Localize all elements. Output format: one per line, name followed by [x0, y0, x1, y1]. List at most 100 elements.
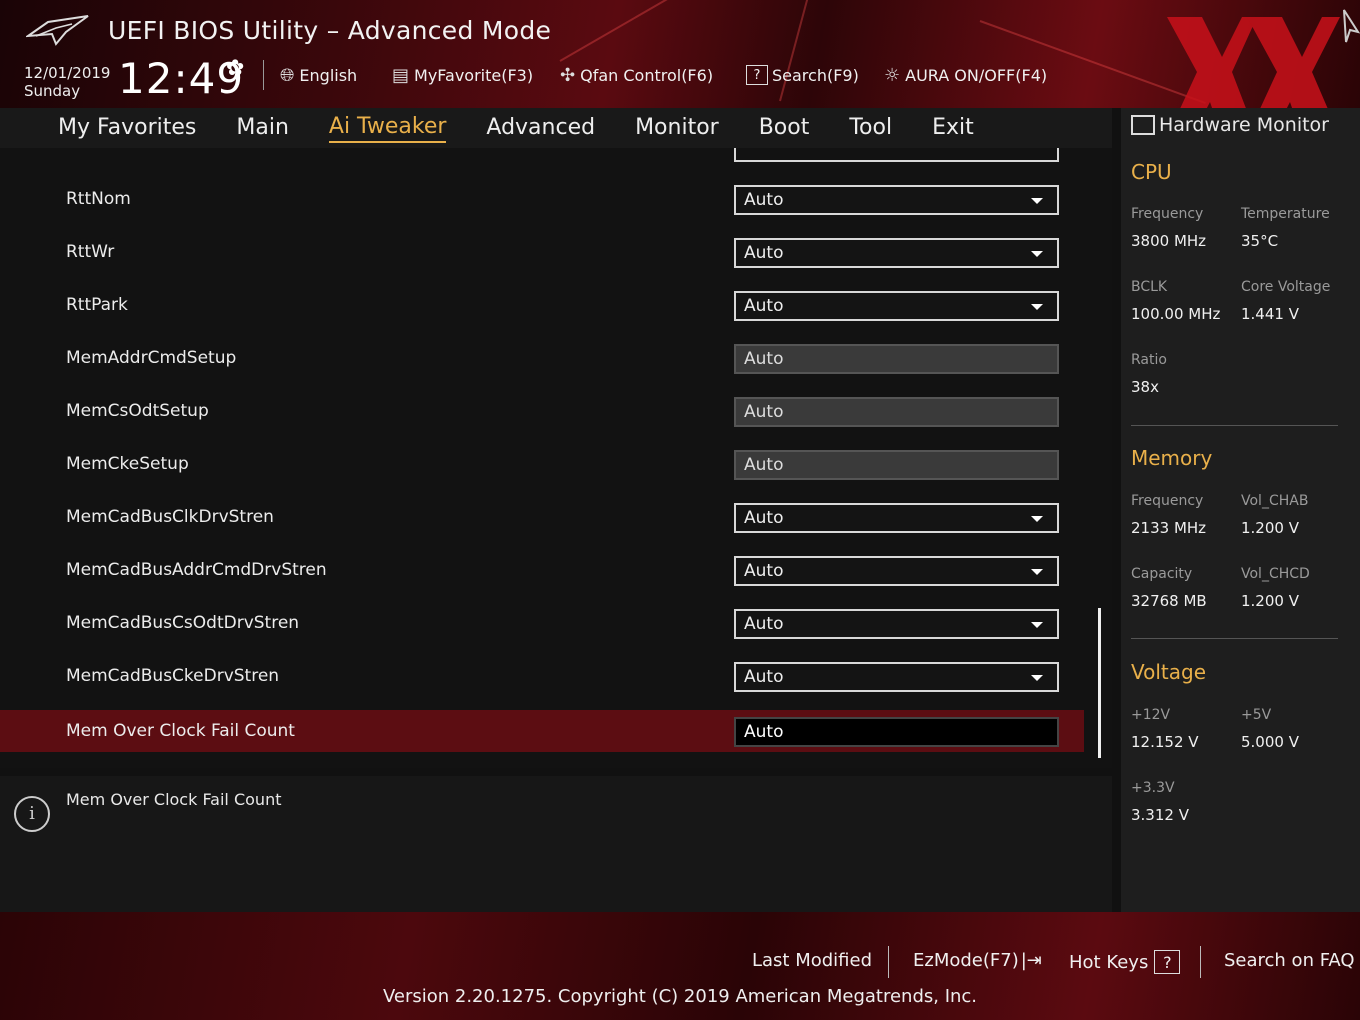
- myfavorite-button[interactable]: ▤ MyFavorite(F3): [392, 62, 533, 88]
- vol-chab-label: Vol_CHAB: [1241, 493, 1309, 509]
- bclk-value: 100.00 MHz: [1131, 305, 1221, 323]
- v33-value: 3.312 V: [1131, 806, 1189, 824]
- voltage-heading: Voltage: [1131, 660, 1207, 684]
- setting-dropdown[interactable]: Auto: [734, 503, 1059, 533]
- tab-advanced[interactable]: Advanced: [486, 115, 595, 142]
- aura-label: AURA ON/OFF(F4): [905, 65, 1048, 85]
- setting-dropdown[interactable]: Auto: [734, 556, 1059, 586]
- ezmode-label: EzMode(F7): [913, 950, 1019, 971]
- tab-main[interactable]: Main: [236, 115, 289, 142]
- myfavorite-label: MyFavorite(F3): [414, 65, 534, 85]
- date-text: 12/01/2019: [24, 64, 111, 82]
- clock-settings-gear-icon[interactable]: ✿: [226, 56, 244, 81]
- tab-exit[interactable]: Exit: [932, 115, 974, 142]
- last-modified-label: Last Modified: [752, 950, 873, 971]
- setting-row[interactable]: MemCkeSetup Auto: [0, 443, 1084, 485]
- scrollbar[interactable]: [1098, 608, 1101, 758]
- setting-input-field[interactable]: Auto: [734, 717, 1059, 747]
- language-label: English: [299, 65, 358, 85]
- dropdown-caret-icon: [1031, 675, 1043, 681]
- dropdown-value: Auto: [744, 508, 784, 528]
- setting-row[interactable]: MemCadBusAddrCmdDrvStren Auto: [0, 549, 1084, 591]
- hardware-monitor-label: Hardware Monitor: [1159, 114, 1329, 136]
- section-divider: [1131, 425, 1338, 426]
- footer-divider: [1200, 946, 1201, 978]
- capacity-label: Capacity: [1131, 566, 1193, 582]
- globe-icon: 🌐︎: [280, 64, 295, 86]
- setting-label: RttWr: [66, 242, 115, 262]
- dropdown-caret-icon: [1031, 251, 1043, 257]
- setting-row[interactable]: RttNom Auto: [0, 178, 1084, 220]
- search-label: Search(F9): [772, 65, 859, 85]
- vol-chcd-value: 1.200 V: [1241, 592, 1299, 610]
- dropdown-caret-icon: [1031, 622, 1043, 628]
- bclk-label: BCLK: [1131, 279, 1168, 295]
- setting-row[interactable]: MemAddrCmdSetup Auto: [0, 337, 1084, 379]
- partial-dropdown[interactable]: [734, 148, 1059, 162]
- tab-tool[interactable]: Tool: [849, 115, 892, 142]
- dropdown-value: Auto: [744, 561, 784, 581]
- dropdown-caret-icon: [1031, 516, 1043, 522]
- setting-readonly-field: Auto: [734, 344, 1059, 374]
- setting-row[interactable]: MemCsOdtSetup Auto: [0, 390, 1084, 432]
- tab-boot[interactable]: Boot: [759, 115, 810, 142]
- setting-label: MemCsOdtSetup: [66, 401, 209, 421]
- last-modified-button[interactable]: Last Modified: [752, 950, 872, 971]
- search-help-icon: ?: [746, 65, 768, 85]
- ratio-label: Ratio: [1131, 352, 1167, 368]
- capacity-value: 32768 MB: [1131, 592, 1207, 610]
- aura-light-icon: ☼: [884, 64, 901, 86]
- tab-monitor[interactable]: Monitor: [635, 115, 719, 142]
- dropdown-value: Auto: [744, 243, 784, 263]
- field-value: Auto: [744, 455, 784, 475]
- exit-arrow-icon: |⇥: [1020, 950, 1042, 971]
- qfan-control-button[interactable]: ✣ Qfan Control(F6): [560, 62, 713, 88]
- core-voltage-label: Core Voltage: [1241, 279, 1331, 295]
- hardware-monitor-panel: Hardware Monitor CPU Frequency Temperatu…: [1121, 108, 1360, 912]
- setting-label: MemAddrCmdSetup: [66, 348, 237, 368]
- setting-dropdown[interactable]: Auto: [734, 185, 1059, 215]
- hot-keys-label: Hot Keys: [1069, 951, 1149, 973]
- aura-toggle-button[interactable]: ☼ AURA ON/OFF(F4): [884, 62, 1047, 88]
- setting-row[interactable]: MemCadBusCsOdtDrvStren Auto: [0, 602, 1084, 644]
- field-value: Auto: [744, 349, 784, 369]
- setting-dropdown[interactable]: Auto: [734, 238, 1059, 268]
- setting-dropdown[interactable]: Auto: [734, 291, 1059, 321]
- setting-label: MemCadBusCkeDrvStren: [66, 666, 280, 686]
- setting-row[interactable]: RttWr Auto: [0, 231, 1084, 273]
- watermark-xx-logo: [1167, 17, 1340, 108]
- v5-label: +5V: [1241, 707, 1272, 723]
- dropdown-caret-icon: [1031, 304, 1043, 310]
- cpu-temperature-value: 35°C: [1241, 232, 1279, 250]
- qfan-label: Qfan Control(F6): [580, 65, 714, 85]
- dropdown-value: Auto: [744, 296, 784, 316]
- setting-row-selected[interactable]: Mem Over Clock Fail Count Auto: [0, 710, 1084, 752]
- v12-label: +12V: [1131, 707, 1171, 723]
- setting-row[interactable]: MemCadBusClkDrvStren Auto: [0, 496, 1084, 538]
- setting-dropdown[interactable]: Auto: [734, 662, 1059, 692]
- help-question-icon: ?: [1154, 950, 1181, 974]
- setting-label: RttNom: [66, 189, 131, 209]
- tab-ai-tweaker[interactable]: Ai Tweaker: [328, 114, 447, 143]
- search-faq-button[interactable]: Search on FAQ: [1224, 950, 1355, 971]
- help-info-panel: i Mem Over Clock Fail Count: [0, 776, 1112, 912]
- language-button[interactable]: 🌐︎ English: [280, 62, 357, 88]
- search-faq-label: Search on FAQ: [1224, 950, 1355, 971]
- version-text: Version 2.20.1275. Copyright (C) 2019 Am…: [382, 986, 978, 1007]
- setting-label: MemCadBusAddrCmdDrvStren: [66, 560, 327, 580]
- setting-row[interactable]: MemCadBusCkeDrvStren Auto: [0, 655, 1084, 697]
- section-divider: [1131, 638, 1338, 639]
- search-button[interactable]: ? Search(F9): [746, 62, 859, 88]
- setting-row[interactable]: RttPark Auto: [0, 284, 1084, 326]
- vol-chcd-label: Vol_CHCD: [1241, 566, 1310, 582]
- dropdown-value: Auto: [744, 667, 784, 687]
- tab-my-favorites[interactable]: My Favorites: [58, 115, 196, 142]
- fan-icon: ✣: [560, 64, 576, 86]
- setting-label: MemCadBusClkDrvStren: [66, 507, 274, 527]
- dropdown-value: Auto: [744, 614, 784, 634]
- setting-dropdown[interactable]: Auto: [734, 609, 1059, 639]
- ezmode-button[interactable]: EzMode(F7) |⇥: [913, 950, 1042, 971]
- hot-keys-button[interactable]: Hot Keys ?: [1069, 950, 1184, 974]
- mem-frequency-label: Frequency: [1131, 493, 1204, 509]
- pointer-arrow-icon: [1343, 9, 1360, 43]
